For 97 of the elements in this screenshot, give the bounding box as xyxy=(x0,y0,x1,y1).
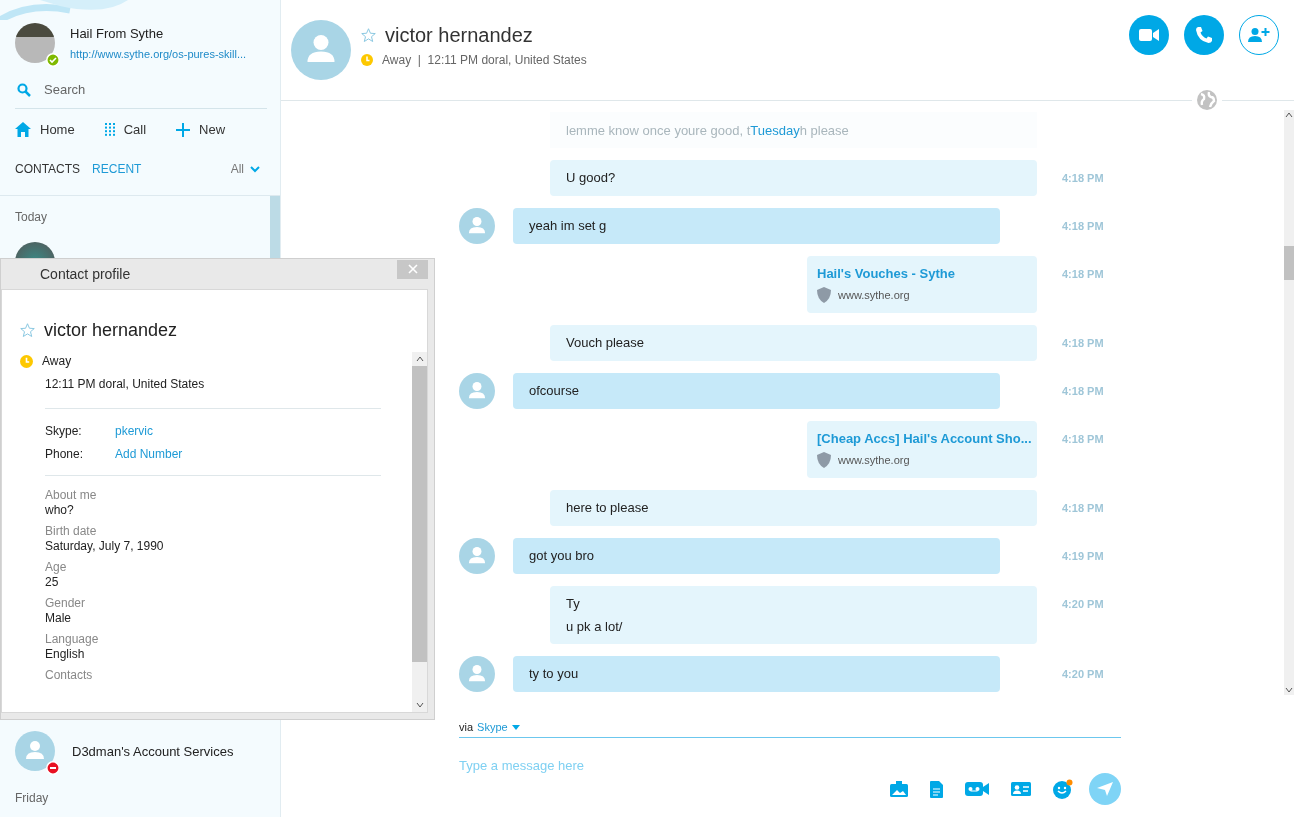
date-label: Tuesday xyxy=(750,122,800,138)
via-label: via xyxy=(459,721,474,733)
message-text: Ty xyxy=(566,596,581,611)
contact-name: victor hernandez xyxy=(44,320,178,341)
contact-card-icon[interactable] xyxy=(1011,782,1031,796)
caret-icon xyxy=(511,724,520,730)
field-value: English xyxy=(45,647,86,661)
link-preview[interactable]: Hail's Vouches - Sythe www.sythe.org xyxy=(807,256,1037,313)
message-text: ty to you xyxy=(529,666,580,681)
dialog-title: Contact profile xyxy=(40,266,131,282)
message-text: h please xyxy=(799,122,849,138)
scroll-down-icon[interactable] xyxy=(415,702,424,708)
field-label: Birth date xyxy=(45,524,98,538)
close-button[interactable] xyxy=(397,259,428,279)
message-time: 4:18 PM xyxy=(1062,501,1104,514)
link-site: www.sythe.org xyxy=(838,289,910,301)
group-label: Today xyxy=(15,209,49,226)
mood-link[interactable]: http://www.sythe.org/os-pures-skill... xyxy=(70,48,247,60)
filter-dropdown[interactable]: All xyxy=(230,162,260,176)
message-text: here to please xyxy=(566,500,650,515)
home-icon xyxy=(15,122,31,137)
field-value: 25 xyxy=(45,575,60,589)
add-person-icon xyxy=(1248,27,1270,43)
message-text: U good? xyxy=(566,170,617,185)
field-label: Contacts xyxy=(45,668,94,682)
message-time: 4:20 PM xyxy=(1062,597,1104,610)
call-button[interactable] xyxy=(1184,15,1224,55)
globe-icon[interactable] xyxy=(1196,89,1218,111)
scroll-up-icon[interactable] xyxy=(1285,112,1293,118)
status-label: Away xyxy=(42,354,72,368)
video-camera-icon xyxy=(1139,28,1159,42)
contact-name: victor hernandez xyxy=(385,23,533,47)
message-time: 4:18 PM xyxy=(1062,219,1104,232)
message-text: ofcourse xyxy=(529,383,580,398)
photo-placeholder[interactable] xyxy=(15,23,55,63)
contact-item[interactable]: D3dman's Account Services xyxy=(15,725,265,777)
close-icon xyxy=(407,264,418,274)
emoticon-icon[interactable] xyxy=(1053,779,1073,799)
chevron-down-icon xyxy=(250,165,260,173)
link-preview[interactable]: [Cheap Accs] Hail's Account Sho... www.sythe.org xyxy=(807,421,1037,478)
message-time: 4:18 PM xyxy=(1062,336,1104,349)
field-label: Skype: xyxy=(45,423,83,438)
message-time: 4:18 PM xyxy=(1062,432,1104,445)
scrollbar[interactable] xyxy=(1284,110,1294,695)
field-label: About me xyxy=(45,488,98,502)
shield-icon xyxy=(817,287,831,303)
dialpad-icon xyxy=(104,123,115,136)
message-text: u pk a lot/ xyxy=(566,619,624,634)
message-text: got you bro xyxy=(529,548,596,563)
message-time: 4:18 PM xyxy=(1062,384,1104,397)
avatar-icon xyxy=(459,538,495,574)
scrollbar-thumb[interactable] xyxy=(412,366,427,662)
add-contact-button[interactable] xyxy=(1239,15,1279,55)
message-text: lemme know once youre good, t xyxy=(566,122,751,138)
link-site: www.sythe.org xyxy=(838,454,910,466)
field-value: Male xyxy=(45,611,72,625)
dialpad-button[interactable]: Call xyxy=(104,122,147,137)
search-icon xyxy=(17,82,31,97)
message-time: 4:18 PM xyxy=(1062,267,1104,280)
field-value: Saturday, July 7, 1990 xyxy=(45,539,165,553)
field-label: Phone: xyxy=(45,446,85,461)
shield-icon xyxy=(817,452,831,468)
scrollbar[interactable] xyxy=(412,352,427,712)
message-time: 4:20 PM xyxy=(1062,667,1104,680)
message-time: 4:19 PM xyxy=(1062,549,1104,562)
star-icon[interactable] xyxy=(361,27,376,43)
status-line: Away | 12:11 PM doral, United States xyxy=(382,52,587,67)
profile-name[interactable]: Hail From Sythe xyxy=(70,26,247,41)
scrollbar-thumb[interactable] xyxy=(1284,246,1294,280)
field-value: who? xyxy=(45,503,75,517)
plus-button[interactable]: New xyxy=(176,122,226,137)
home-button[interactable]: Home xyxy=(15,122,75,137)
list-tab[interactable]: CONTACTS xyxy=(15,162,81,176)
field-label: Age xyxy=(45,560,68,574)
avatar-icon xyxy=(291,20,351,80)
avatar-icon xyxy=(459,208,495,244)
phone-icon xyxy=(1195,26,1213,44)
avatar-icon xyxy=(459,373,495,409)
video-message-icon[interactable] xyxy=(965,782,989,796)
video-call-button[interactable] xyxy=(1129,15,1169,55)
search-field[interactable]: Search xyxy=(42,81,246,98)
contact-name: D3dman's Account Services xyxy=(72,743,234,759)
scroll-down-icon[interactable] xyxy=(1285,687,1293,693)
field-label: Gender xyxy=(45,596,87,610)
star-icon[interactable] xyxy=(20,323,35,338)
file-icon[interactable] xyxy=(930,780,943,798)
field-label: Language xyxy=(45,632,100,646)
message-time: 4:18 PM xyxy=(1062,171,1104,184)
paper-plane-icon xyxy=(1097,782,1113,796)
image-icon[interactable] xyxy=(890,781,908,797)
group-label: Friday xyxy=(15,790,50,807)
local-time: 12:11 PM doral, United States xyxy=(44,377,206,391)
avatar-icon xyxy=(459,656,495,692)
message-text: yeah im set g xyxy=(529,218,608,233)
scroll-up-icon[interactable] xyxy=(415,356,424,362)
message-text: Vouch please xyxy=(566,335,646,350)
plus-icon xyxy=(176,122,191,137)
